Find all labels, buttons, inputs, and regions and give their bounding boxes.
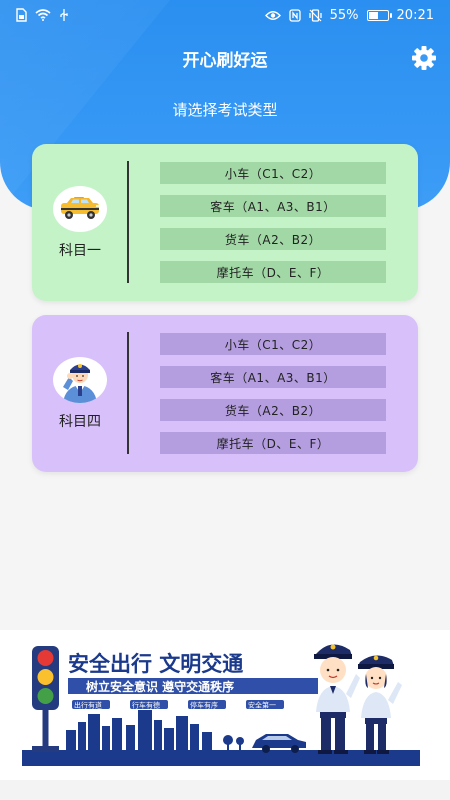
card-4-divider xyxy=(127,332,129,454)
traffic-light-icon xyxy=(32,646,59,752)
settings-button[interactable] xyxy=(410,44,438,72)
status-bar: 55% 20:21 xyxy=(0,0,450,30)
banner-tag-3: 停车有序 xyxy=(190,701,218,710)
police-officer-left-icon xyxy=(314,644,360,754)
banner-tag-4: 安全第一 xyxy=(248,701,276,710)
subject-4-label: 科目四 xyxy=(59,413,101,430)
subject-4-option-car[interactable]: 小车（C1、C2） xyxy=(160,333,386,355)
subject-4-option-motorcycle[interactable]: 摩托车（D、E、F） xyxy=(160,432,386,454)
subject-1-avatar xyxy=(53,185,107,232)
subject-4-option-truck[interactable]: 货车（A2、B2） xyxy=(160,399,386,421)
subject-1-option-motorcycle[interactable]: 摩托车（D、E、F） xyxy=(160,261,386,283)
subject-1-label: 科目一 xyxy=(59,242,101,259)
tree-icon xyxy=(223,735,244,750)
app-title: 开心刷好运 xyxy=(182,51,268,71)
battery-icon xyxy=(366,9,392,21)
banner-tag-1: 出行有道 xyxy=(74,701,102,710)
gear-icon xyxy=(412,46,436,70)
eye-icon xyxy=(264,10,281,20)
subject-1-options: 小车（C1、C2） 客车（A1、A3、B1） 货车（A2、B2） 摩托车（D、E… xyxy=(160,162,386,294)
nfc-icon xyxy=(288,8,301,22)
safety-banner[interactable]: 安全出行 文明交通 树立安全意识 遵守交通秩序 出行有道 行车有德 停车有序 安… xyxy=(0,630,450,780)
bottom-strip xyxy=(0,780,450,800)
banner-tag-2: 行车有德 xyxy=(132,701,160,710)
card-1-divider xyxy=(127,161,129,283)
banner-headline: 安全出行 文明交通 xyxy=(68,652,243,676)
battery-fill xyxy=(368,11,378,19)
subject-1-option-car[interactable]: 小车（C1、C2） xyxy=(160,162,386,184)
police-officer-icon xyxy=(63,363,97,403)
clock-time: 20:21 xyxy=(396,7,434,23)
subject-card-4: 科目四 小车（C1、C2） 客车（A1、A3、B1） 货车（A2、B2） 摩托车… xyxy=(32,315,418,472)
banner-tags: 出行有道 行车有德 停车有序 安全第一 xyxy=(72,700,284,710)
subject-4-avatar xyxy=(53,356,107,403)
taxi-icon xyxy=(61,196,99,219)
banner-slogan: 树立安全意识 遵守交通秩序 xyxy=(86,679,234,694)
safety-banner-art: 安全出行 文明交通 树立安全意识 遵守交通秩序 出行有道 行车有德 停车有序 安… xyxy=(22,644,420,766)
exam-type-prompt: 请选择考试类型 xyxy=(172,101,278,119)
subject-1-option-truck[interactable]: 货车（A2、B2） xyxy=(160,228,386,250)
subject-card-1: 科目一 小车（C1、C2） 客车（A1、A3、B1） 货车（A2、B2） 摩托车… xyxy=(32,144,418,301)
battery-percent: 55% xyxy=(329,7,359,23)
wifi-icon xyxy=(35,9,51,21)
subject-1-header[interactable]: 科目一 xyxy=(32,144,128,301)
banner-ground xyxy=(22,750,420,766)
usb-icon xyxy=(60,9,68,21)
subject-1-option-bus[interactable]: 客车（A1、A3、B1） xyxy=(160,195,386,217)
sim-card-icon xyxy=(16,8,27,22)
subject-4-header[interactable]: 科目四 xyxy=(32,315,128,472)
police-officer-right-icon xyxy=(358,655,402,754)
subject-4-option-bus[interactable]: 客车（A1、A3、B1） xyxy=(160,366,386,388)
vibrate-icon xyxy=(308,8,322,22)
city-skyline-icon xyxy=(66,710,212,750)
subject-4-options: 小车（C1、C2） 客车（A1、A3、B1） 货车（A2、B2） 摩托车（D、E… xyxy=(160,333,386,465)
